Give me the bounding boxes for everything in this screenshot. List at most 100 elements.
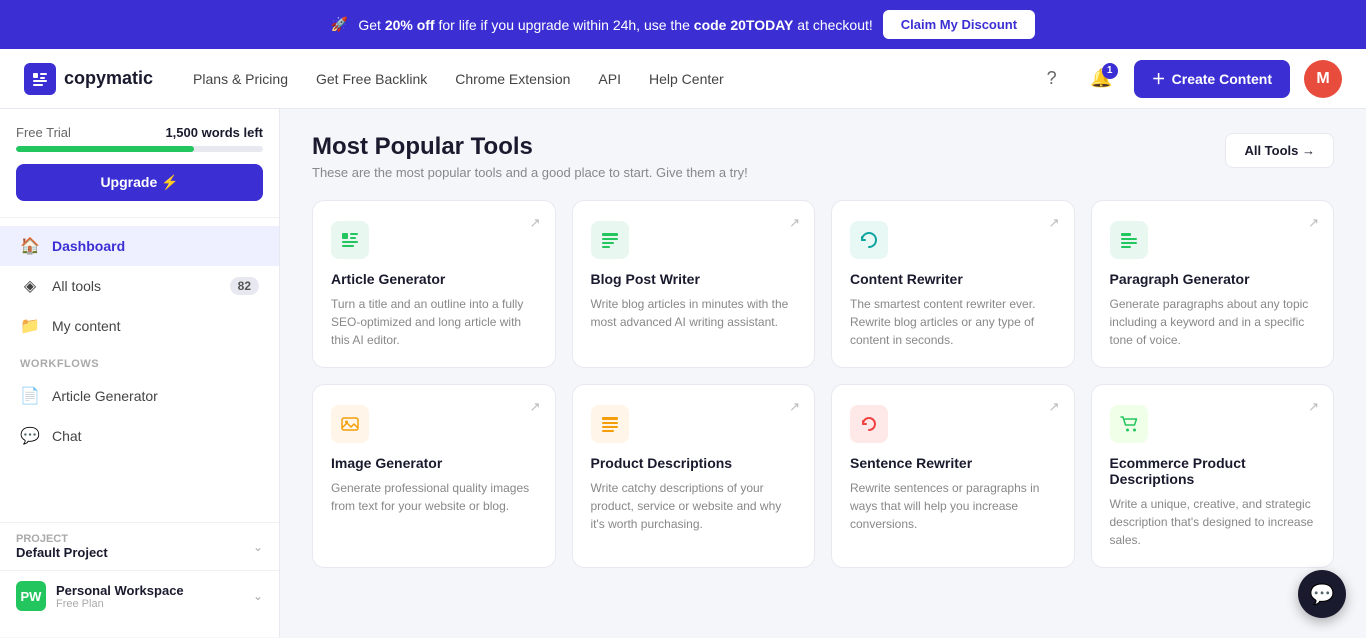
workspace-name: Personal Workspace <box>56 583 243 598</box>
sidebar: Free Trial 1,500 words left Upgrade ⚡ 🏠 … <box>0 109 280 637</box>
nav-help-center[interactable]: Help Center <box>649 71 724 87</box>
tool-name-product-descriptions: Product Descriptions <box>591 455 797 471</box>
sidebar-item-article-generator[interactable]: 📄 Article Generator <box>0 376 279 416</box>
tool-desc-ecommerce-product: Write a unique, creative, and strategic … <box>1110 495 1316 549</box>
tool-desc-content-rewriter: The smartest content rewriter ever. Rewr… <box>850 295 1056 349</box>
page-title-section: Most Popular Tools These are the most po… <box>312 133 748 180</box>
claim-discount-button[interactable]: Claim My Discount <box>883 10 1035 39</box>
tool-card-paragraph-generator[interactable]: ↗ Paragraph Generator Generate paragraph… <box>1091 200 1335 368</box>
sidebar-item-dashboard[interactable]: 🏠 Dashboard <box>0 226 279 266</box>
nav-chrome-extension[interactable]: Chrome Extension <box>455 71 570 87</box>
workflows-label: Workflows <box>0 346 279 376</box>
sidebar-article-gen-label: Article Generator <box>52 388 158 404</box>
sidebar-chat-label: Chat <box>52 428 82 444</box>
expand-icon: ↗ <box>1049 215 1060 231</box>
create-content-button[interactable]: ＋ Create Content <box>1134 60 1290 98</box>
app-body: Free Trial 1,500 words left Upgrade ⚡ 🏠 … <box>0 109 1366 637</box>
all-tools-badge: 82 <box>230 277 259 295</box>
nav-links: Plans & Pricing Get Free Backlink Chrome… <box>193 71 1002 87</box>
tool-card-ecommerce-product[interactable]: ↗ Ecommerce Product Descriptions Write a… <box>1091 384 1335 568</box>
project-chevron-icon: ⌄ <box>253 540 263 554</box>
content-rewriter-tool-icon <box>850 221 888 259</box>
banner-rocket-icon: 🚀 <box>331 16 348 33</box>
chat-bubble-button[interactable]: 💬 <box>1298 570 1346 618</box>
article-gen-icon: 📄 <box>20 386 40 406</box>
progress-bar <box>16 146 263 152</box>
tool-desc-blog-post-writer: Write blog articles in minutes with the … <box>591 295 797 331</box>
expand-icon: ↗ <box>530 215 541 231</box>
trial-words-left: 1,500 words left <box>165 125 263 140</box>
project-section[interactable]: PROJECT Default Project ⌄ <box>0 522 279 570</box>
notifications-button[interactable]: 🔔 1 <box>1084 61 1120 97</box>
tool-name-ecommerce-product: Ecommerce Product Descriptions <box>1110 455 1316 487</box>
page-header: Most Popular Tools These are the most po… <box>312 133 1334 180</box>
tool-card-sentence-rewriter[interactable]: ↗ Sentence Rewriter Rewrite sentences or… <box>831 384 1075 568</box>
workspace-section[interactable]: PW Personal Workspace Free Plan ⌄ <box>0 570 279 621</box>
expand-icon: ↗ <box>1308 399 1319 415</box>
help-icon-button[interactable]: ? <box>1034 61 1070 97</box>
banner-text: Get 20% off for life if you upgrade with… <box>358 17 872 33</box>
progress-fill <box>16 146 194 152</box>
promo-banner: 🚀 Get 20% off for life if you upgrade wi… <box>0 0 1366 49</box>
plus-icon: ＋ <box>1152 69 1166 89</box>
workspace-role: Free Plan <box>56 598 243 610</box>
logo[interactable]: copymatic <box>24 63 153 95</box>
article-gen-tool-icon <box>331 221 369 259</box>
nav-plans-pricing[interactable]: Plans & Pricing <box>193 71 288 87</box>
tool-card-blog-post-writer[interactable]: ↗ Blog Post Writer Write blog articles i… <box>572 200 816 368</box>
main-content: Most Popular Tools These are the most po… <box>280 109 1366 637</box>
expand-icon: ↗ <box>789 399 800 415</box>
sentence-rewriter-tool-icon <box>850 405 888 443</box>
all-tools-button[interactable]: All Tools → <box>1225 133 1334 168</box>
dashboard-icon: 🏠 <box>20 236 40 256</box>
banner-discount: 20% off <box>385 17 435 33</box>
sidebar-item-all-tools[interactable]: ◈ All tools 82 <box>0 266 279 306</box>
tool-name-blog-post-writer: Blog Post Writer <box>591 271 797 287</box>
workspace-chevron-icon: ⌄ <box>253 589 263 603</box>
ecommerce-tool-icon <box>1110 405 1148 443</box>
chat-icon: 💬 <box>20 426 40 446</box>
my-content-icon: 📁 <box>20 316 40 336</box>
project-info: PROJECT Default Project <box>16 533 108 560</box>
tool-card-article-generator[interactable]: ↗ Article Generator Turn a title and an … <box>312 200 556 368</box>
logo-icon <box>24 63 56 95</box>
project-name: Default Project <box>16 545 108 560</box>
page-subtitle: These are the most popular tools and a g… <box>312 165 748 180</box>
paragraph-gen-tool-icon <box>1110 221 1148 259</box>
chat-bubble-icon: 💬 <box>1310 582 1335 607</box>
expand-icon: ↗ <box>530 399 541 415</box>
nav-free-backlink[interactable]: Get Free Backlink <box>316 71 427 87</box>
tool-desc-paragraph-generator: Generate paragraphs about any topic incl… <box>1110 295 1316 349</box>
tool-card-content-rewriter[interactable]: ↗ Content Rewriter The smartest content … <box>831 200 1075 368</box>
tool-desc-product-descriptions: Write catchy descriptions of your produc… <box>591 479 797 533</box>
tool-name-content-rewriter: Content Rewriter <box>850 271 1056 287</box>
trial-section: Free Trial 1,500 words left Upgrade ⚡ <box>0 125 279 218</box>
project-label: PROJECT <box>16 533 108 545</box>
expand-icon: ↗ <box>1049 399 1060 415</box>
tool-desc-sentence-rewriter: Rewrite sentences or paragraphs in ways … <box>850 479 1056 533</box>
tools-grid: ↗ Article Generator Turn a title and an … <box>312 200 1334 568</box>
logo-text: copymatic <box>64 68 153 89</box>
blog-post-tool-icon <box>591 221 629 259</box>
product-desc-tool-icon <box>591 405 629 443</box>
tool-card-product-descriptions[interactable]: ↗ Product Descriptions Write catchy desc… <box>572 384 816 568</box>
workspace-avatar: PW <box>16 581 46 611</box>
page-title: Most Popular Tools <box>312 133 748 161</box>
sidebar-dashboard-label: Dashboard <box>52 238 125 254</box>
sidebar-my-content-label: My content <box>52 318 120 334</box>
image-gen-tool-icon <box>331 405 369 443</box>
trial-label: Free Trial <box>16 125 71 140</box>
tool-desc-image-generator: Generate professional quality images fro… <box>331 479 537 515</box>
trial-header: Free Trial 1,500 words left <box>16 125 263 140</box>
tool-desc-article-generator: Turn a title and an outline into a fully… <box>331 295 537 349</box>
nav-right: ? 🔔 1 ＋ Create Content M <box>1034 60 1342 98</box>
nav-api[interactable]: API <box>598 71 621 87</box>
all-tools-icon: ◈ <box>20 276 40 296</box>
tool-name-image-generator: Image Generator <box>331 455 537 471</box>
tool-card-image-generator[interactable]: ↗ Image Generator Generate professional … <box>312 384 556 568</box>
sidebar-item-chat[interactable]: 💬 Chat <box>0 416 279 456</box>
expand-icon: ↗ <box>789 215 800 231</box>
upgrade-button[interactable]: Upgrade ⚡ <box>16 164 263 201</box>
sidebar-item-my-content[interactable]: 📁 My content <box>0 306 279 346</box>
user-avatar[interactable]: M <box>1304 60 1342 98</box>
